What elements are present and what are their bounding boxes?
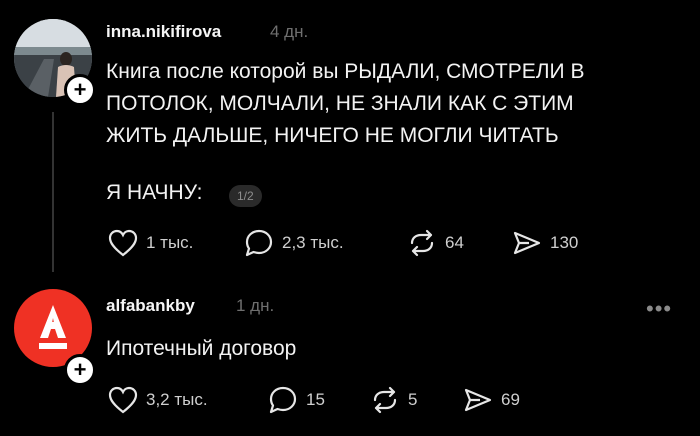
repost-button[interactable]: 5 [370,386,417,414]
repost-button[interactable]: 64 [407,229,464,257]
username[interactable]: alfabankby [106,296,195,316]
repost-icon [410,229,434,257]
username[interactable]: inna.nikifirova [106,22,221,42]
share-icon [513,231,541,255]
like-button[interactable]: 1 тыс. [108,229,193,257]
post-time: 4 дн. [270,22,309,41]
post-text-line: Книга после которой вы РЫДАЛИ, СМОТРЕЛИ … [106,60,585,83]
post-text-line: ПОТОЛОК, МОЛЧАЛИ, НЕ ЗНАЛИ КАК С ЭТИМ [106,92,574,115]
share-button[interactable]: 130 [512,229,578,257]
comment-count: 2,3 тыс. [282,233,344,252]
comment-icon [269,386,297,414]
share-count: 69 [501,390,520,409]
follow-plus-icon[interactable]: + [64,354,96,386]
like-button[interactable]: 3,2 тыс. [108,386,208,414]
share-button[interactable]: 69 [463,386,520,414]
thread-line [52,112,54,272]
repost-icon [373,386,397,414]
repost-count: 64 [445,233,464,252]
comment-count: 15 [306,390,325,409]
heart-icon [108,229,138,257]
post-text-line: ЖИТЬ ДАЛЬШЕ, НИЧЕГО НЕ МОГЛИ ЧИТАТЬ [106,124,559,147]
post-text: Ипотечный договор [106,337,297,360]
share-count: 130 [550,233,579,252]
post-time: 1 дн. [236,296,275,315]
heart-icon [108,386,138,414]
like-count: 1 тыс. [146,233,194,252]
share-icon [464,388,492,412]
repost-count: 5 [408,390,418,409]
comment-button[interactable]: 2,3 тыс. [244,229,344,257]
comment-button[interactable]: 15 [268,386,325,414]
more-icon[interactable]: ••• [646,296,672,322]
comment-icon [245,229,273,257]
like-count: 3,2 тыс. [146,390,208,409]
follow-plus-icon[interactable]: + [64,74,96,106]
carousel-counter-badge: 1/2 [229,185,262,207]
post-text-line: Я НАЧНУ: [106,181,203,204]
